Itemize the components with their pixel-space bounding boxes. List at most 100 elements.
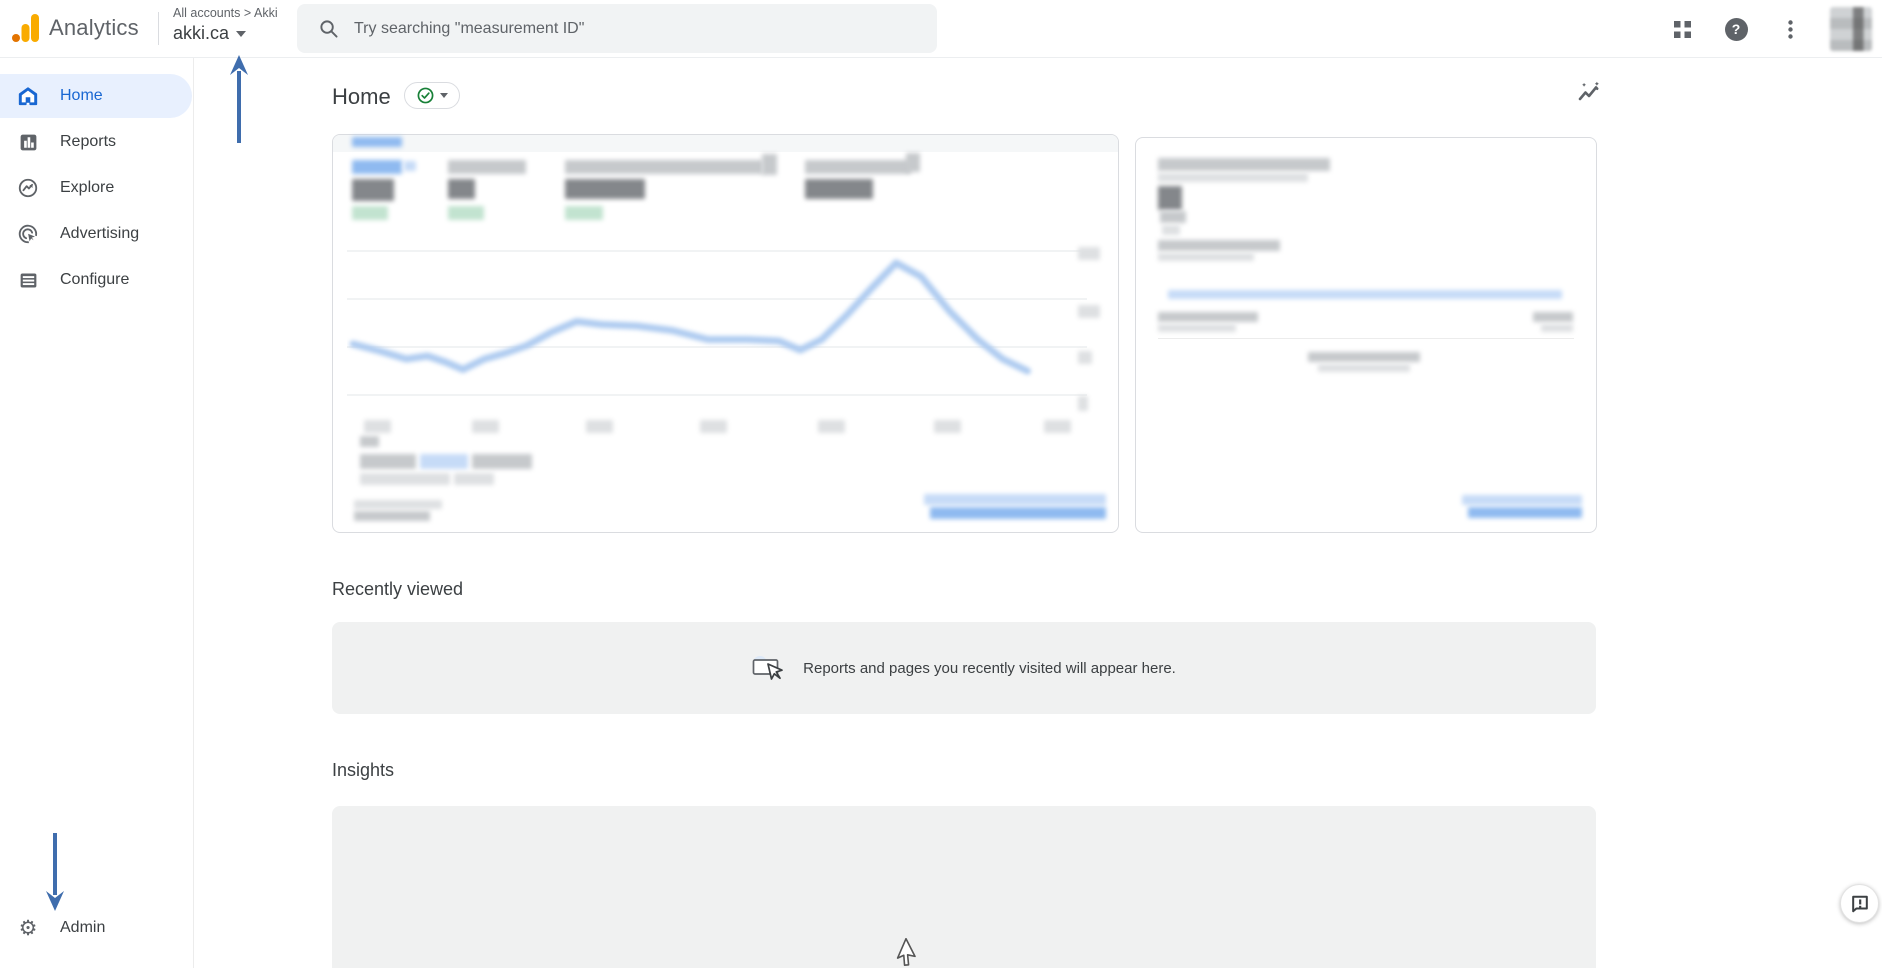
redacted-block	[565, 179, 645, 199]
sidebar-item-label: Explore	[60, 179, 114, 197]
redacted-block	[1318, 364, 1410, 372]
recently-viewed-heading: Recently viewed	[332, 579, 463, 600]
chevron-down-icon	[440, 93, 448, 98]
overview-card-tabs[interactable]	[333, 135, 1118, 152]
advertising-icon	[16, 222, 40, 246]
collection-status-pill[interactable]	[404, 82, 460, 109]
sidebar-item-label: Admin	[60, 919, 105, 937]
redacted-block	[354, 500, 442, 509]
redacted-block	[818, 420, 845, 433]
redacted-block[interactable]	[1462, 495, 1582, 505]
sidebar-item-home[interactable]: Home	[0, 74, 192, 118]
redacted-block[interactable]	[420, 454, 468, 469]
redacted-block	[352, 137, 402, 147]
explore-icon	[16, 176, 40, 200]
diagnostics-grid-icon[interactable]	[1668, 15, 1696, 43]
account-breadcrumb[interactable]: All accounts > Akki akki.ca	[173, 6, 278, 44]
home-icon	[16, 84, 40, 108]
redacted-block	[454, 473, 494, 485]
sidebar-item-label: Home	[60, 87, 103, 105]
annotation-arrow-down	[42, 833, 68, 911]
app-header: Analytics All accounts > Akki akki.ca	[0, 0, 1882, 58]
feedback-button[interactable]	[1840, 884, 1879, 923]
redacted-block	[1158, 173, 1308, 182]
insights-heading: Insights	[332, 760, 394, 781]
sidebar-nav: Home Reports Explore	[0, 58, 194, 968]
avatar[interactable]	[1830, 7, 1872, 51]
redacted-block	[700, 420, 727, 433]
redacted-block	[1078, 351, 1092, 364]
chevron-down-icon	[236, 31, 246, 37]
search-icon	[319, 19, 338, 38]
redacted-block[interactable]	[924, 494, 1106, 505]
redacted-block[interactable]	[1468, 507, 1582, 518]
search-bar[interactable]	[297, 4, 937, 53]
redacted-block	[352, 206, 388, 220]
redacted-block	[565, 206, 603, 220]
more-options-icon[interactable]	[1776, 15, 1804, 43]
click-report-icon	[752, 655, 785, 682]
redacted-block	[762, 154, 777, 175]
redacted-block	[360, 436, 379, 447]
redacted-block	[360, 454, 416, 469]
redacted-block	[1162, 225, 1180, 235]
redacted-block	[805, 160, 911, 174]
users-line-chart	[347, 243, 1087, 413]
analytics-logo[interactable]: Analytics	[12, 14, 139, 42]
redacted-block	[472, 454, 532, 469]
check-circle-icon	[417, 87, 434, 104]
redacted-block	[360, 473, 450, 485]
redacted-block	[1308, 352, 1420, 362]
redacted-block	[448, 160, 526, 174]
redacted-block	[354, 511, 430, 521]
redacted-block	[565, 160, 763, 174]
redacted-block	[364, 420, 391, 433]
page-title: Home	[332, 84, 391, 110]
annotation-arrow-up	[226, 55, 252, 145]
insights-icon[interactable]	[1572, 76, 1606, 110]
sidebar-item-advertising[interactable]: Advertising	[0, 212, 193, 256]
redacted-block	[1044, 420, 1071, 433]
sidebar-item-explore[interactable]: Explore	[0, 166, 193, 210]
feedback-chat-icon	[1850, 894, 1870, 914]
sidebar-item-admin[interactable]: ⚙ Admin	[0, 906, 105, 950]
mouse-cursor	[896, 938, 922, 968]
sidebar-item-label: Configure	[60, 271, 129, 289]
redacted-block	[934, 420, 961, 433]
search-input[interactable]	[354, 20, 874, 38]
analytics-home-page: Analytics All accounts > Akki akki.ca	[0, 0, 1882, 968]
breadcrumb: All accounts > Akki	[173, 6, 278, 20]
redacted-block	[472, 420, 499, 433]
gear-icon: ⚙	[16, 916, 40, 940]
property-selector[interactable]: akki.ca	[173, 23, 278, 44]
redacted-block	[448, 179, 475, 199]
redacted-block	[1533, 312, 1573, 322]
insights-panel	[332, 806, 1596, 968]
redacted-block	[586, 420, 613, 433]
redacted-block	[1160, 211, 1186, 223]
redacted-block	[448, 206, 484, 220]
realtime-card	[1135, 137, 1597, 533]
brand-name: Analytics	[49, 15, 139, 41]
property-name: akki.ca	[173, 23, 229, 44]
sidebar-item-reports[interactable]: Reports	[0, 120, 193, 164]
redacted-block	[1158, 324, 1236, 332]
help-icon[interactable]: ?	[1722, 15, 1750, 43]
sidebar-item-configure[interactable]: Configure	[0, 258, 193, 302]
redacted-block	[1158, 312, 1258, 322]
redacted-block	[1078, 305, 1100, 318]
recently-viewed-message: Reports and pages you recently visited w…	[803, 660, 1176, 677]
recently-viewed-empty-state: Reports and pages you recently visited w…	[332, 622, 1596, 714]
configure-icon	[16, 268, 40, 292]
redacted-block	[1541, 324, 1573, 332]
redacted-block	[1168, 290, 1562, 299]
redacted-block	[1158, 240, 1280, 251]
redacted-block	[352, 179, 394, 201]
sidebar-item-label: Advertising	[60, 225, 139, 243]
redacted-block	[1158, 253, 1254, 261]
header-divider	[158, 12, 159, 45]
redacted-block	[1078, 396, 1088, 411]
redacted-block	[1158, 186, 1182, 210]
redacted-block[interactable]	[930, 507, 1106, 519]
sidebar-item-label: Reports	[60, 133, 116, 151]
